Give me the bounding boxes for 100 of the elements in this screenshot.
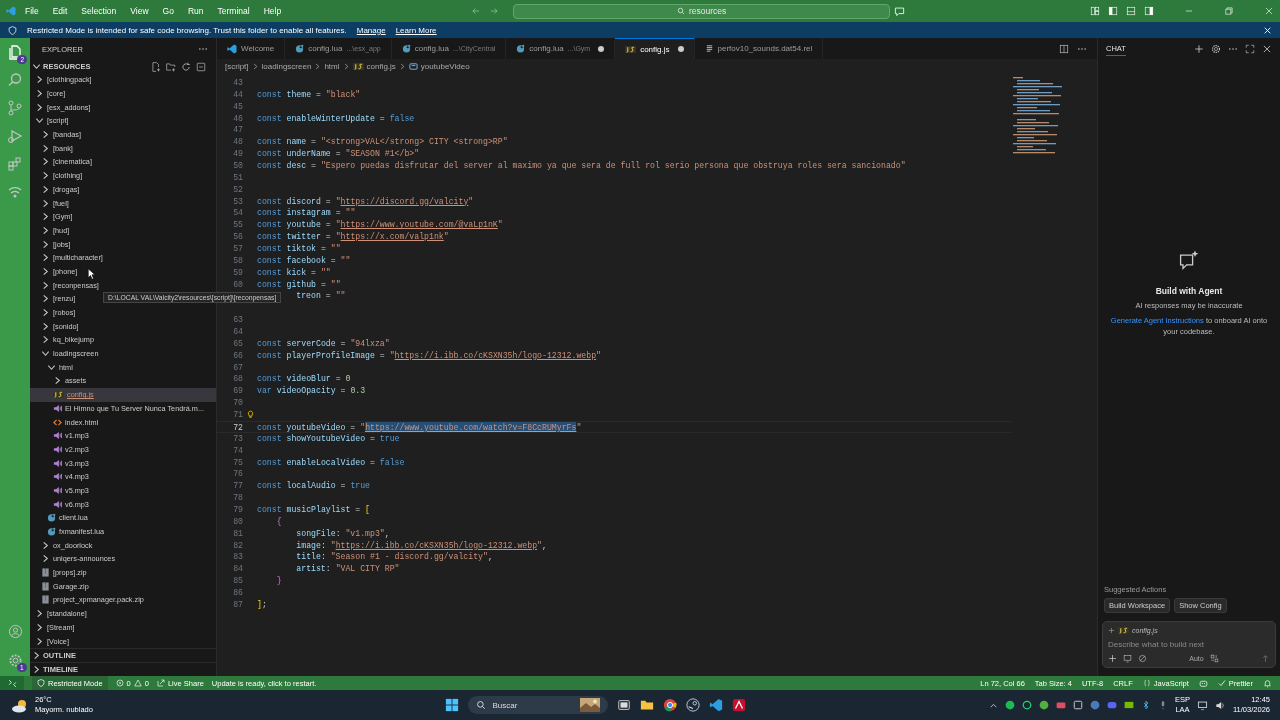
line-number: 69 [233, 386, 243, 396]
remote-button[interactable] [0, 676, 24, 690]
editor-tab[interactable]: Welcome [217, 38, 286, 59]
search-icon [476, 700, 487, 710]
copilot-icon[interactable] [1198, 678, 1208, 688]
close-icon[interactable] [1262, 43, 1272, 54]
line-number: 66 [233, 350, 243, 360]
line-number: 60 [233, 279, 243, 289]
code-line: const playerProfileImage = "https://i.ibb.co/cKSXN35h/logo-12312.webp" [257, 349, 601, 362]
menu-item[interactable]: File [20, 4, 44, 18]
line-number: 52 [233, 184, 243, 194]
browser-icon[interactable] [663, 698, 678, 712]
breadcrumb-item[interactable]: config.js [366, 61, 396, 71]
line-number: 46 [233, 113, 243, 123]
line-number: 47 [233, 125, 243, 135]
speaker-icon [53, 444, 62, 454]
collapse-all-icon[interactable] [196, 61, 206, 72]
breadcrumb-item[interactable]: youtubeVideo [420, 61, 470, 71]
banner-link[interactable]: Manage [356, 25, 386, 35]
code-line: const enableWinterUpdate = false [257, 112, 415, 125]
settings-icon[interactable] [7, 653, 23, 668]
send-arrow-icon[interactable] [1261, 654, 1270, 663]
line-number: 70 [233, 398, 243, 408]
js-file-icon [1118, 626, 1129, 635]
plus-icon[interactable] [1194, 43, 1204, 54]
network-icon[interactable] [1197, 699, 1208, 711]
breadcrumb-item[interactable]: html [324, 61, 340, 71]
bluetooth-icon[interactable] [1141, 700, 1151, 710]
menu-item[interactable]: Help [258, 4, 287, 18]
braces-icon [1142, 679, 1151, 687]
sidebar-toggle-icon[interactable] [1108, 6, 1118, 16]
menu-item[interactable]: Go [157, 4, 179, 18]
chat-bubble-icon[interactable] [894, 5, 906, 17]
line-number: 71 [233, 410, 243, 420]
moon-file-icon [295, 44, 305, 53]
menu-item[interactable]: Terminal [212, 4, 255, 18]
code-file-icon [53, 417, 62, 427]
plus-icon[interactable] [1108, 654, 1117, 663]
restricted-mode-message: Restricted Mode is intended for safe code browsing. Trust this folder to enable all features. [27, 25, 347, 35]
banner-link[interactable]: Learn More [395, 25, 437, 35]
circle-slash-icon[interactable] [1138, 654, 1147, 663]
maximize-icon[interactable] [1245, 43, 1255, 54]
line-number: 86 [233, 587, 243, 597]
bell-icon[interactable] [1263, 678, 1272, 688]
lightbulb-icon[interactable] [245, 410, 255, 420]
menu-item[interactable]: Run [182, 4, 209, 18]
new-folder-icon[interactable] [166, 61, 176, 72]
code-line: ]; [257, 598, 267, 611]
menu-item[interactable]: Selection [76, 4, 122, 18]
line-number: 54 [233, 208, 243, 218]
line-number: 50 [233, 161, 243, 170]
monitor-icon[interactable] [1123, 654, 1132, 663]
line-number: 87 [233, 599, 243, 609]
chevron-icon [398, 62, 406, 70]
warning-icon [133, 679, 142, 687]
new-file-icon[interactable] [151, 61, 161, 72]
mouse-pointer-icon [86, 268, 98, 280]
restore-icon[interactable] [1224, 6, 1234, 16]
line-number: 79 [233, 504, 243, 514]
code-editor-icon[interactable] [709, 698, 724, 712]
code-line: const youtube = "https://www.youtube.com/@vaLp1nK" [257, 219, 503, 232]
shield-icon [8, 25, 17, 35]
menu-item[interactable]: View [125, 4, 154, 18]
plus-icon[interactable] [1108, 627, 1115, 634]
line-number: 48 [233, 137, 243, 147]
code-line: const github = "" [257, 278, 341, 291]
split-editor-icon[interactable] [1059, 43, 1069, 54]
refresh-icon[interactable] [181, 61, 191, 72]
files-icon[interactable] [7, 44, 23, 60]
editor-tab[interactable]: config.js [615, 38, 695, 59]
layout-icon[interactable] [1090, 6, 1100, 16]
taskbar-search-field[interactable]: Buscar [468, 696, 609, 714]
code-line: const serverCode = "94lxza" [257, 337, 390, 350]
menu-item[interactable]: Edit [47, 4, 73, 18]
line-number: 51 [233, 172, 243, 182]
line-number: 83 [233, 552, 243, 562]
secondary-sidebar-icon[interactable] [1144, 6, 1154, 16]
code-line: const showYoutubeVideo = true [257, 432, 400, 445]
tools-icon[interactable] [1209, 654, 1219, 663]
error-icon [115, 679, 124, 687]
capture-app-icon[interactable] [1073, 700, 1083, 710]
line-number: 74 [233, 445, 243, 455]
app-icon[interactable] [732, 698, 747, 712]
editor-tab[interactable]: perfov10_sounds.dat54.rel [694, 38, 824, 59]
command-search-field[interactable]: resources [513, 3, 891, 19]
chevron-icon [314, 62, 322, 70]
code-line: image: "https://i.ibb.co/cKSXN35h/logo-12312.webp", [295, 539, 547, 552]
breadcrumb-item[interactable]: [script] [225, 61, 249, 71]
settings-icon[interactable] [1211, 43, 1221, 54]
line-number: 77 [233, 481, 243, 491]
panel-toggle-icon[interactable] [1126, 6, 1136, 16]
line-number: 68 [233, 374, 243, 384]
chat-app-icon[interactable] [1022, 700, 1032, 710]
folder-icon[interactable] [640, 698, 655, 712]
archive-file-icon [41, 581, 50, 591]
speaker-icon [53, 472, 62, 482]
windows-start-icon[interactable] [445, 698, 460, 712]
task-view-icon[interactable] [617, 698, 632, 712]
moon-file-icon [47, 527, 56, 537]
breadcrumb-item[interactable]: loadingscreen [261, 61, 312, 71]
